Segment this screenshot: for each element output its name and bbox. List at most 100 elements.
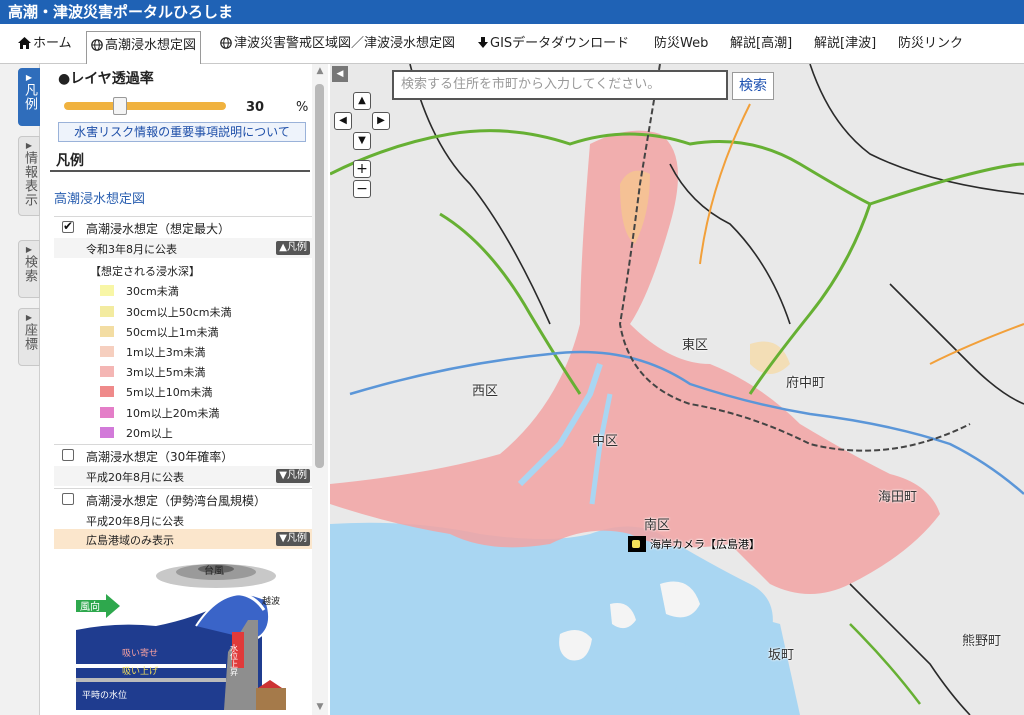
illus-suction: 吸い寄せ	[122, 647, 158, 659]
tab-label: 解説[津波]	[814, 36, 877, 51]
scroll-up-icon[interactable]: ▲	[313, 66, 327, 76]
layer-checkbox[interactable]	[62, 493, 74, 505]
map-label-saka: 坂町	[768, 648, 795, 663]
triangle-right-icon: ▶	[25, 73, 33, 82]
tab-kaisetsu-tsunami[interactable]: 解説[津波]	[810, 34, 880, 58]
tab-label: 高潮浸水想定図	[105, 38, 197, 53]
sidetab-coords[interactable]: ▶ 座標	[18, 308, 40, 366]
depth-label: 30cm以上50cm未満	[126, 306, 232, 319]
map-view[interactable]: 東区 西区 中区 南区 府中町 海田町 坂町 熊野町	[330, 64, 1024, 715]
download-icon	[478, 37, 488, 48]
illus-wind: 風向	[80, 600, 100, 613]
home-icon	[18, 37, 31, 49]
coastal-camera-marker[interactable]: 海岸カメラ【広島港】	[628, 536, 760, 552]
camera-label: 海岸カメラ【広島港】	[650, 538, 760, 551]
storm-surge-illustration: 台風 水位上昇 風向 越波 吸い寄せ 吸い上げ 平時の水位	[76, 564, 286, 710]
triangle-right-icon: ▶	[25, 141, 33, 150]
pan-down-icon[interactable]: ▼	[353, 132, 371, 150]
panel-scrollbar-thumb[interactable]	[315, 84, 324, 468]
map-label-minami: 南区	[644, 518, 671, 533]
depth-color-swatch	[100, 407, 114, 418]
layer-checkbox[interactable]	[62, 219, 74, 233]
globe-icon	[220, 37, 232, 49]
triangle-right-icon: ▶	[25, 313, 33, 322]
sidetab-info[interactable]: ▶ 情報表示	[18, 136, 40, 216]
opacity-value: 30	[246, 100, 265, 115]
sidetab-search[interactable]: ▶ 検索	[18, 240, 40, 298]
tab-label: 解説[高潮]	[730, 36, 793, 51]
layer-row-max[interactable]: 高潮浸水想定（想定最大）	[54, 216, 312, 238]
tab-label: 防災リンク	[898, 36, 964, 51]
search-button[interactable]: 検索	[732, 72, 774, 100]
section-title: 高潮浸水想定図	[54, 192, 146, 207]
depth-color-swatch	[100, 386, 114, 397]
depth-label: 30cm未満	[126, 285, 179, 298]
map-label-kumano: 熊野町	[962, 634, 1002, 649]
layer-note: 広島港域のみ表示	[86, 534, 174, 547]
layer-row-isewan[interactable]: 高潮浸水想定（伊勢湾台風規模）	[54, 488, 312, 510]
layer-label: 高潮浸水想定（想定最大）	[86, 222, 231, 236]
depth-label: 10m以上20m未満	[126, 407, 220, 420]
depth-label: 3m以上5m未満	[126, 366, 206, 379]
published-date: 平成20年8月に公表	[86, 471, 184, 484]
map-canvas[interactable]	[330, 64, 1024, 715]
legend-toggle-button[interactable]: ▼凡例	[276, 469, 310, 483]
tab-takashio-map[interactable]: 高潮浸水想定図	[86, 31, 202, 65]
layer-label: 高潮浸水想定（30年確率）	[86, 450, 234, 464]
opacity-title: ●レイヤ透過率	[58, 71, 154, 87]
tab-tsunami-map[interactable]: 津波災害警戒区域図／津波浸水想定図	[216, 34, 459, 58]
tab-label: GISデータダウンロード	[490, 36, 630, 51]
pan-left-icon[interactable]: ◀	[334, 112, 352, 130]
pan-right-icon[interactable]: ▶	[372, 112, 390, 130]
map-label-kaita: 海田町	[878, 490, 918, 505]
illus-lift: 吸い上げ	[122, 666, 158, 677]
legend-toggle-button[interactable]: ▼凡例	[276, 532, 310, 546]
app-title-bar: 高潮・津波災害ポータルひろしま	[0, 0, 1024, 24]
map-label-higashi: 東区	[682, 338, 709, 353]
layer-published-row: 令和3年8月に公表 ▲凡例	[54, 238, 312, 258]
depth-color-swatch	[100, 326, 114, 337]
main-nav: ホーム 高潮浸水想定図 津波災害警戒区域図／津波浸水想定図 GISデータダウンロ…	[0, 24, 1024, 65]
pan-up-icon[interactable]: ▲	[353, 92, 371, 110]
depth-label: 1m以上3m未満	[126, 346, 206, 359]
opacity-slider-handle[interactable]	[112, 97, 127, 115]
risk-info-button[interactable]: 水害リスク情報の重要事項説明について	[58, 122, 306, 142]
tab-kaisetsu-takashio[interactable]: 解説[高潮]	[726, 34, 796, 58]
tab-gis-download[interactable]: GISデータダウンロード	[474, 34, 633, 58]
depth-label: 50cm以上1m未満	[126, 326, 219, 339]
illus-overtopping: 越波	[262, 595, 280, 607]
illus-normal-level: 平時の水位	[82, 689, 127, 701]
published-date: 令和3年8月に公表	[86, 243, 177, 256]
zoom-out-button[interactable]: −	[353, 180, 371, 198]
sidetab-legend[interactable]: ▶ 凡例	[18, 68, 40, 126]
scroll-down-icon[interactable]: ▼	[313, 702, 327, 712]
globe-icon	[91, 39, 103, 51]
app-title: 高潮・津波災害ポータルひろしま	[8, 3, 234, 21]
tab-label: 防災Web	[654, 36, 709, 51]
tab-bousai-link[interactable]: 防災リンク	[894, 34, 967, 58]
layer-row-30yr[interactable]: 高潮浸水想定（30年確率）	[54, 444, 312, 466]
tab-label: 津波災害警戒区域図／津波浸水想定図	[234, 36, 456, 51]
legend-toggle-button[interactable]: ▲凡例	[276, 241, 310, 255]
panel-collapse-button[interactable]: ◀	[332, 66, 348, 82]
layer-label: 高潮浸水想定（伊勢湾台風規模）	[86, 494, 267, 508]
opacity-slider-track[interactable]	[64, 102, 226, 110]
layer-note-row: 広島港域のみ表示 ▼凡例	[54, 529, 312, 549]
layer-published-row: 平成20年8月に公表	[54, 510, 312, 530]
depth-color-swatch	[100, 306, 114, 317]
legend-heading: 凡例	[56, 153, 84, 169]
nav-home[interactable]: ホーム	[14, 34, 76, 58]
map-label-nishi: 西区	[472, 384, 499, 399]
tab-bousai-web[interactable]: 防災Web	[650, 34, 712, 58]
zoom-in-button[interactable]: +	[353, 160, 371, 178]
address-search-input[interactable]: 検索する住所を市町から入力してください。	[392, 70, 728, 100]
map-label-fuchu: 府中町	[786, 376, 826, 391]
illus-rise: 水位上昇	[230, 643, 239, 677]
layer-published-row: 平成20年8月に公表 ▼凡例	[54, 466, 312, 486]
layer-checkbox[interactable]	[62, 449, 74, 461]
depth-color-swatch	[100, 285, 114, 296]
divider	[50, 170, 310, 172]
depth-color-swatch	[100, 346, 114, 357]
published-date: 平成20年8月に公表	[86, 515, 184, 528]
legend-panel: ●レイヤ透過率 30 % 水害リスク情報の重要事項説明について 凡例 高潮浸水想…	[42, 64, 328, 715]
